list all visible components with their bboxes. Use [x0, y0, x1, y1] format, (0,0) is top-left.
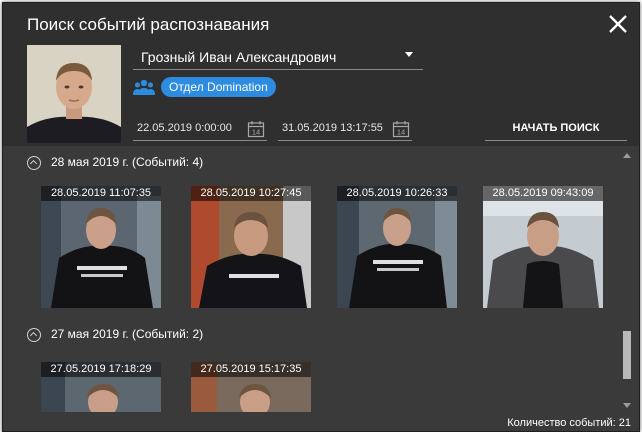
event-time: 28.05.2019 10:26:33	[337, 186, 457, 201]
person-dropdown[interactable]: Грозный Иван Александрович	[133, 45, 423, 70]
event-thumbnail[interactable]: 28.05.2019 10:26:33	[337, 186, 457, 308]
group-label: 27 мая 2019 г. (Событий: 2)	[51, 327, 204, 341]
svg-text:14: 14	[397, 128, 405, 137]
scroll-down-icon[interactable]	[623, 403, 631, 408]
list-scrollbar[interactable]	[621, 153, 633, 413]
events-list: 28 мая 2019 г. (Событий: 4) 28.05.2019 1…	[3, 146, 639, 431]
event-time: 27.05.2019 15:17:35	[191, 362, 311, 377]
event-thumbnail[interactable]: 27.05.2019 15:17:35	[191, 362, 311, 412]
date-from-value: 22.05.2019 0:00:00	[137, 122, 232, 134]
event-thumbnail[interactable]: 27.05.2019 17:18:29	[41, 362, 161, 412]
person-photo	[27, 45, 121, 143]
chevron-up-circle-icon[interactable]	[27, 328, 41, 342]
calendar-icon[interactable]: 14	[247, 120, 265, 138]
person-name: Грозный Иван Александрович	[141, 49, 337, 65]
group-label: 28 мая 2019 г. (Событий: 4)	[51, 155, 204, 169]
event-thumbnail[interactable]: 28.05.2019 11:07:35	[41, 186, 161, 308]
people-icon	[133, 79, 155, 95]
event-time: 28.05.2019 09:43:09	[483, 186, 603, 201]
event-thumbnail[interactable]: 28.05.2019 10:27:45	[191, 186, 311, 308]
date-to-field[interactable]: 31.05.2019 13:17:55 14	[278, 120, 412, 141]
date-from-field[interactable]: 22.05.2019 0:00:00 14	[133, 120, 267, 141]
close-icon	[609, 15, 627, 33]
event-time: 27.05.2019 17:18:29	[41, 362, 161, 377]
start-search-button[interactable]: НАЧАТЬ ПОИСК	[485, 118, 627, 141]
close-button[interactable]	[607, 13, 629, 35]
scroll-up-icon[interactable]	[623, 153, 631, 158]
event-time: 28.05.2019 10:27:45	[191, 186, 311, 201]
search-header: Поиск событий распознавания Грозный Иван…	[3, 3, 639, 146]
chevron-up-circle-icon[interactable]	[27, 156, 41, 170]
svg-text:14: 14	[252, 128, 260, 137]
event-time: 28.05.2019 11:07:35	[41, 186, 161, 201]
window-title: Поиск событий распознавания	[27, 15, 270, 34]
event-thumbnail[interactable]: 28.05.2019 09:43:09	[483, 186, 603, 308]
calendar-icon[interactable]: 14	[392, 120, 410, 138]
event-count: Количество событий: 21	[507, 417, 631, 429]
chevron-down-icon	[405, 52, 413, 57]
department-badge: Отдел Domination	[161, 77, 276, 97]
event-search-window: Поиск событий распознавания Грозный Иван…	[2, 2, 640, 432]
date-to-value: 31.05.2019 13:17:55	[282, 122, 383, 134]
scrollbar-thumb[interactable]	[623, 331, 631, 379]
